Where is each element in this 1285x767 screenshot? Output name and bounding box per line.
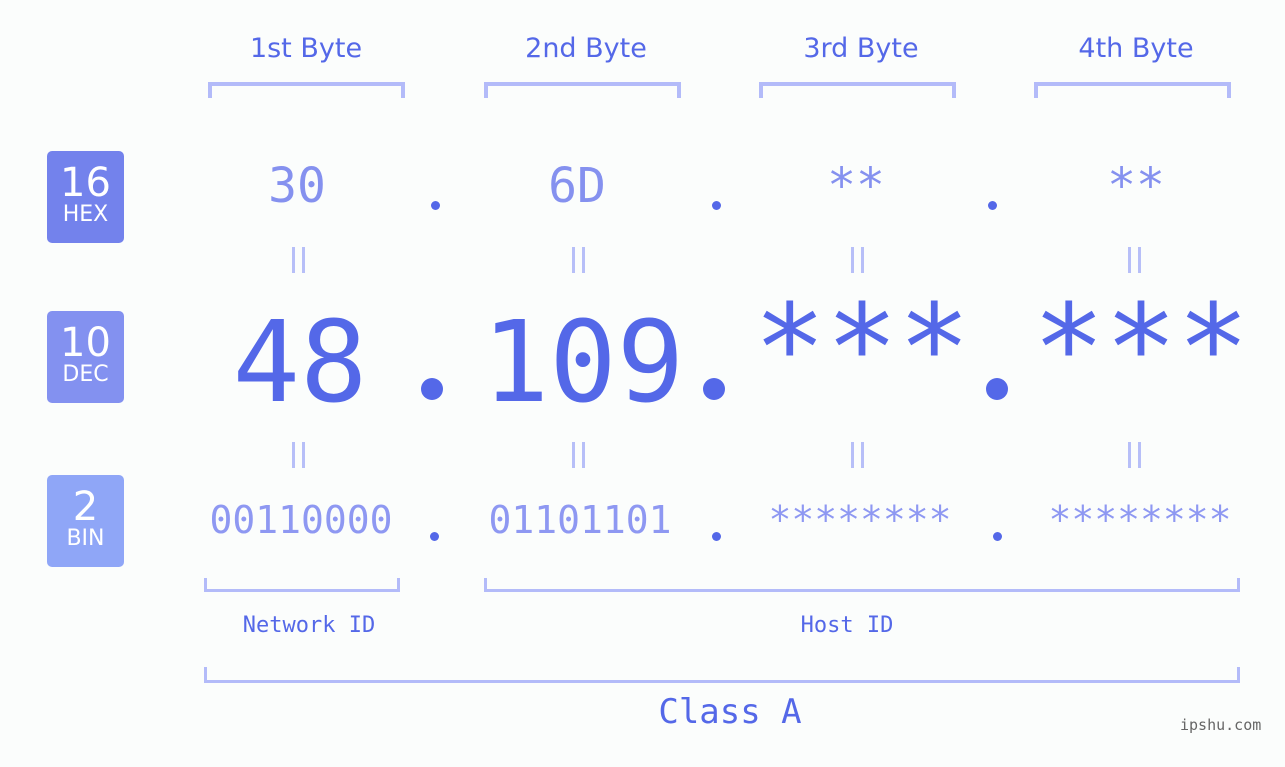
hex-byte-3: ** bbox=[827, 158, 885, 214]
byte-header-4: 4th Byte bbox=[1078, 33, 1194, 64]
hex-dot-3 bbox=[988, 201, 997, 210]
dec-badge-label: DEC bbox=[62, 362, 109, 387]
equals-icon bbox=[1128, 442, 1142, 468]
bin-dot-3 bbox=[993, 532, 1002, 541]
dec-dot-2 bbox=[703, 378, 725, 400]
bin-byte-2: 01101101 bbox=[488, 498, 672, 542]
hex-byte-1: 30 bbox=[268, 158, 326, 214]
dec-byte-4: *** bbox=[1032, 280, 1250, 419]
byte-bracket-2 bbox=[484, 82, 681, 98]
dec-dot-1 bbox=[421, 378, 443, 400]
dec-badge: 10 DEC bbox=[47, 311, 124, 403]
byte-header-1: 1st Byte bbox=[249, 33, 363, 64]
hex-byte-2: 6D bbox=[548, 158, 606, 214]
byte-bracket-3 bbox=[759, 82, 956, 98]
equals-icon bbox=[292, 247, 306, 273]
dec-byte-2: 109 bbox=[481, 298, 685, 428]
equals-icon bbox=[1128, 247, 1142, 273]
bin-badge-number: 2 bbox=[72, 484, 99, 530]
bin-byte-1: 00110000 bbox=[209, 498, 393, 542]
bin-byte-3: ******** bbox=[768, 498, 952, 542]
byte-bracket-1 bbox=[208, 82, 405, 98]
bin-badge: 2 BIN bbox=[47, 475, 124, 567]
equals-icon bbox=[572, 442, 586, 468]
hex-badge-number: 16 bbox=[60, 160, 111, 206]
class-label: Class A bbox=[658, 692, 802, 732]
dec-byte-1: 48 bbox=[232, 298, 368, 428]
hex-badge: 16 HEX bbox=[47, 151, 124, 243]
bin-dot-2 bbox=[712, 532, 721, 541]
class-bracket bbox=[204, 667, 1240, 683]
byte-bracket-4 bbox=[1034, 82, 1231, 98]
byte-header-2: 2nd Byte bbox=[525, 33, 647, 64]
hex-dot-1 bbox=[431, 201, 440, 210]
network-id-label: Network ID bbox=[242, 613, 376, 638]
network-id-bracket bbox=[204, 578, 400, 592]
equals-icon bbox=[572, 247, 586, 273]
host-id-bracket bbox=[484, 578, 1240, 592]
watermark: ipshu.com bbox=[1180, 716, 1262, 734]
hex-dot-2 bbox=[712, 201, 721, 210]
equals-icon bbox=[851, 247, 865, 273]
bin-dot-1 bbox=[430, 532, 439, 541]
hex-byte-4: ** bbox=[1107, 158, 1165, 214]
byte-header-3: 3rd Byte bbox=[803, 33, 919, 64]
equals-icon bbox=[292, 442, 306, 468]
equals-icon bbox=[851, 442, 865, 468]
dec-badge-number: 10 bbox=[60, 320, 111, 366]
bin-byte-4: ******** bbox=[1048, 498, 1232, 542]
dec-byte-3: *** bbox=[753, 280, 971, 419]
host-id-label: Host ID bbox=[800, 613, 894, 638]
bin-badge-label: BIN bbox=[66, 526, 105, 551]
dec-dot-3 bbox=[986, 378, 1008, 400]
hex-badge-label: HEX bbox=[62, 202, 109, 227]
